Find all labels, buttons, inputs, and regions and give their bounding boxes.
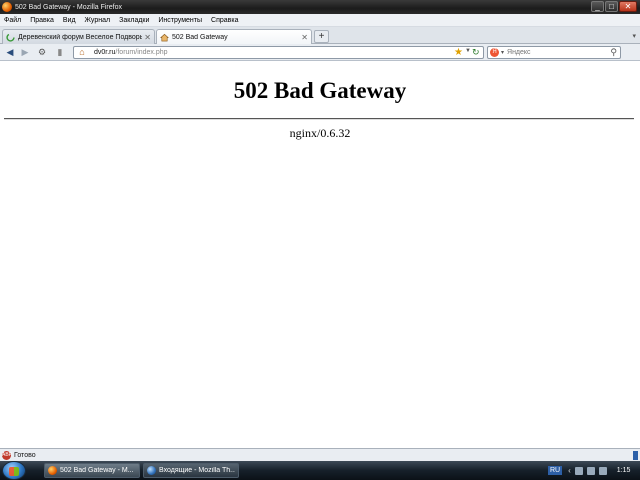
reload-icon[interactable]: ↻ bbox=[472, 47, 480, 58]
menu-view[interactable]: Вид bbox=[63, 17, 76, 24]
taskbar: 502 Bad Gateway - M... Входящие - Mozill… bbox=[0, 461, 640, 480]
navigation-bar: ◀ ▶ ⚙ ▮ ⌂ dv0r.ru/forum/index.php ★ ▼ ↻ … bbox=[0, 44, 640, 61]
bars-icon[interactable]: ▮ bbox=[54, 47, 66, 58]
windows-logo-icon bbox=[9, 467, 19, 476]
yandex-engine-icon[interactable]: Я bbox=[490, 48, 499, 57]
bookmark-star-icon[interactable]: ★ bbox=[454, 47, 463, 58]
tab-bad-gateway[interactable]: 502 Bad Gateway ✕ bbox=[156, 29, 312, 45]
minimize-button[interactable]: _ bbox=[591, 1, 604, 12]
status-text: Готово bbox=[14, 451, 36, 459]
taskbar-button-label: 502 Bad Gateway - M... bbox=[60, 467, 134, 474]
menu-bar: Файл Правка Вид Журнал Закладки Инструме… bbox=[0, 14, 640, 27]
home-icon[interactable]: ⌂ bbox=[76, 47, 88, 58]
tab-label: 502 Bad Gateway bbox=[172, 34, 228, 41]
url-text: dv0r.ru/forum/index.php bbox=[94, 49, 168, 56]
addon-status-icon[interactable]: ABP bbox=[2, 450, 12, 460]
engine-dropdown-icon[interactable]: ▾ bbox=[501, 49, 504, 56]
close-window-button[interactable]: ✕ bbox=[619, 1, 637, 12]
url-bar[interactable]: ⌂ dv0r.ru/forum/index.php ★ ▼ bbox=[73, 46, 484, 59]
window-controls: _ □ ✕ bbox=[591, 1, 637, 12]
divider bbox=[4, 118, 634, 120]
server-signature: nginx/0.6.32 bbox=[0, 126, 640, 141]
taskbar-button-label: Входящие - Mozilla Th... bbox=[159, 467, 235, 474]
tray-expand-icon[interactable]: ‹ bbox=[568, 466, 571, 475]
tab-forum[interactable]: Деревенский форум Веселое Подворь... ✕ bbox=[2, 29, 155, 44]
language-indicator[interactable]: RU bbox=[548, 466, 563, 475]
thunderbird-icon bbox=[147, 466, 156, 475]
close-tab-icon[interactable]: ✕ bbox=[301, 33, 308, 42]
tab-bar: Деревенский форум Веселое Подворь... ✕ 5… bbox=[0, 27, 640, 45]
search-bar[interactable]: Я ▾ ⚲ bbox=[487, 46, 621, 59]
menu-tools[interactable]: Инструменты bbox=[158, 17, 202, 24]
menu-bookmarks[interactable]: Закладки bbox=[119, 17, 149, 24]
menu-history[interactable]: Журнал bbox=[85, 17, 111, 24]
network-icon[interactable] bbox=[574, 466, 583, 475]
start-button[interactable] bbox=[2, 461, 26, 480]
taskbar-button-firefox[interactable]: 502 Bad Gateway - M... bbox=[44, 463, 140, 478]
status-bar: ABP Готово bbox=[0, 448, 640, 461]
page-content: 502 Bad Gateway nginx/0.6.32 bbox=[0, 62, 640, 447]
search-input[interactable] bbox=[507, 49, 608, 56]
system-tray: RU ‹ 1:15 bbox=[544, 461, 640, 480]
taskbar-button-thunderbird[interactable]: Входящие - Mozilla Th... bbox=[143, 463, 239, 478]
page-title: 502 Bad Gateway bbox=[233, 78, 407, 103]
search-icon[interactable]: ⚲ bbox=[610, 47, 617, 58]
close-tab-icon[interactable]: ✕ bbox=[144, 33, 151, 42]
menu-file[interactable]: Файл bbox=[4, 17, 21, 24]
firefox-icon bbox=[2, 2, 12, 12]
new-tab-button[interactable]: + bbox=[314, 30, 329, 43]
firefox-icon bbox=[48, 466, 57, 475]
back-icon[interactable]: ◀ bbox=[4, 47, 16, 58]
tab-list-icon[interactable]: ▾ bbox=[632, 32, 636, 40]
window-titlebar: 502 Bad Gateway - Mozilla Firefox _ □ ✕ bbox=[0, 0, 640, 14]
tab-label: Деревенский форум Веселое Подворь... bbox=[18, 33, 143, 41]
menu-help[interactable]: Справка bbox=[211, 17, 238, 24]
downloads-icon[interactable]: ⚙ bbox=[36, 47, 48, 58]
url-dropdown-icon[interactable]: ▼ bbox=[465, 48, 471, 54]
server-version: /0.6.32 bbox=[317, 126, 351, 140]
clock[interactable]: 1:15 bbox=[617, 467, 631, 474]
server-name: nginx bbox=[289, 126, 317, 140]
status-indicator bbox=[633, 451, 638, 460]
home-icon bbox=[160, 33, 169, 42]
window-title: 502 Bad Gateway - Mozilla Firefox bbox=[15, 3, 122, 11]
volume-icon[interactable] bbox=[586, 466, 595, 475]
maximize-button[interactable]: □ bbox=[605, 1, 618, 12]
menu-edit[interactable]: Правка bbox=[30, 17, 54, 24]
tray-app-icon[interactable] bbox=[598, 466, 607, 475]
loading-icon bbox=[6, 32, 15, 42]
forward-icon[interactable]: ▶ bbox=[19, 47, 31, 58]
